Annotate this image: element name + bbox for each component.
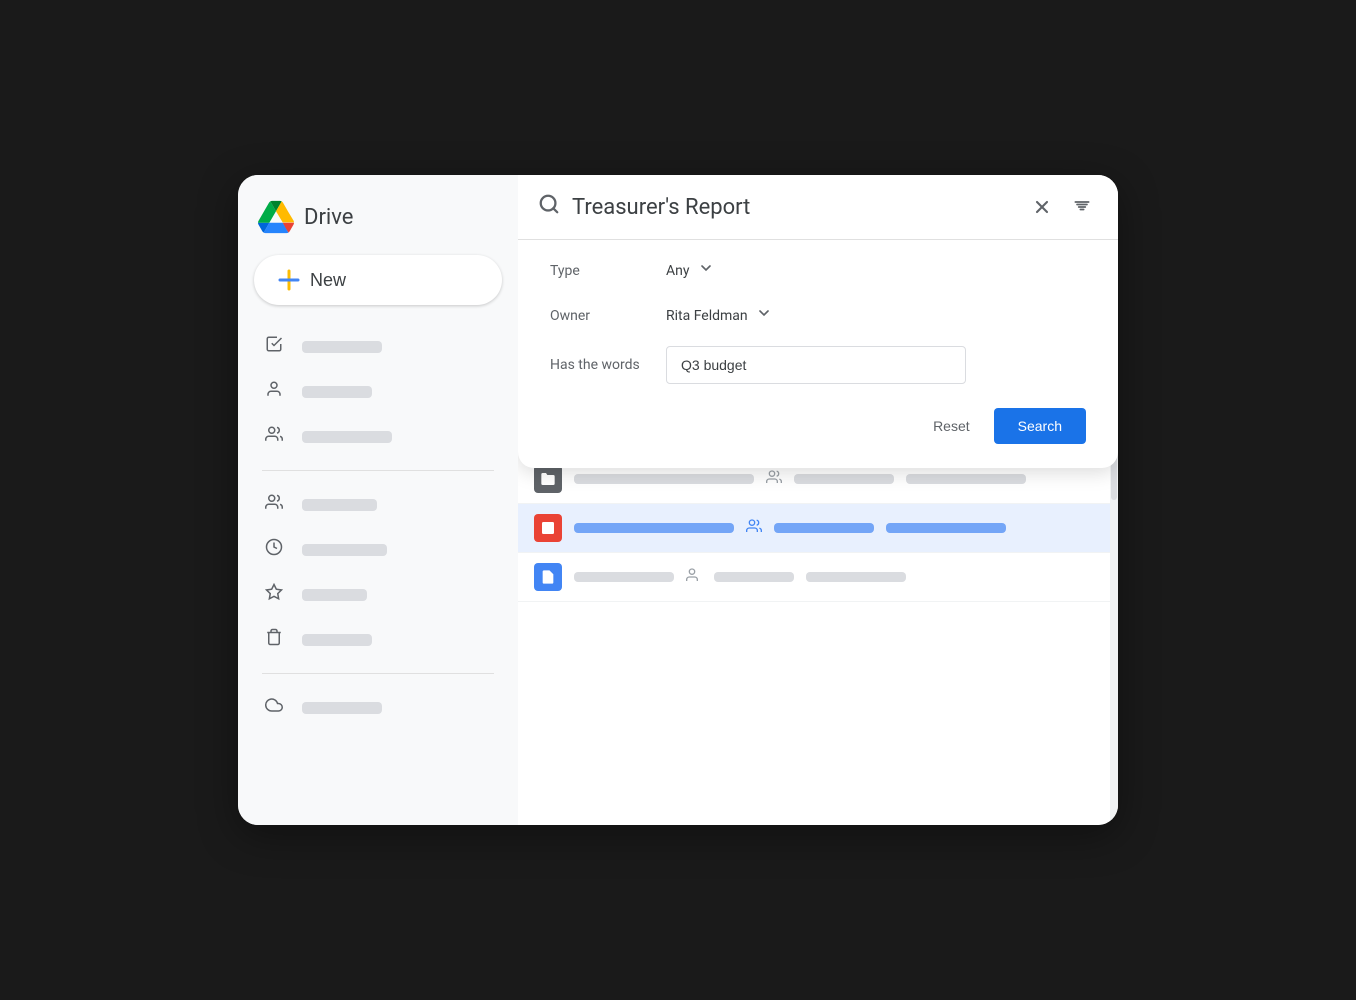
image-icon xyxy=(534,514,562,542)
file-name-bar-selected xyxy=(574,523,734,533)
type-filter-row: Type Any xyxy=(550,256,1086,285)
new-button-label: New xyxy=(310,270,346,291)
type-select-value: Any xyxy=(666,263,690,279)
file-date-bar xyxy=(806,572,906,582)
owner-select-value: Rita Feldman xyxy=(666,308,748,324)
file-meta-bar-selected xyxy=(774,523,874,533)
search-dialog: Treasurer's Report Type Any xyxy=(518,175,1118,468)
sidebar-item-label xyxy=(302,341,382,353)
doc-icon xyxy=(534,563,562,591)
new-button[interactable]: New xyxy=(254,255,502,305)
contacts-icon xyxy=(262,425,286,448)
shared-icon xyxy=(262,493,286,516)
sidebar-divider xyxy=(262,470,494,471)
search-icon xyxy=(538,193,560,221)
sidebar-item-label xyxy=(302,702,382,714)
sidebar-nav xyxy=(238,325,518,729)
owner-filter-label: Owner xyxy=(550,308,650,324)
search-filters: Type Any Owner Rita Feldman xyxy=(518,240,1118,400)
sidebar-item-storage[interactable] xyxy=(246,686,510,729)
app-title: Drive xyxy=(304,205,353,230)
sidebar-item-contacts[interactable] xyxy=(246,415,510,458)
file-name-bar xyxy=(574,572,674,582)
app-window: Drive New xyxy=(238,175,1118,825)
trash-icon xyxy=(262,628,286,651)
plus-icon xyxy=(278,269,300,291)
owner-chevron-icon xyxy=(756,305,772,326)
table-row[interactable] xyxy=(518,504,1118,553)
search-bar: Treasurer's Report xyxy=(518,175,1118,240)
table-row[interactable] xyxy=(518,553,1118,602)
file-list xyxy=(518,455,1118,825)
sidebar-item-person[interactable] xyxy=(246,370,510,413)
sidebar-item-label xyxy=(302,499,377,511)
main-content: Treasurer's Report Type Any xyxy=(518,175,1118,825)
people-icon xyxy=(766,469,782,489)
sidebar-item-trash[interactable] xyxy=(246,618,510,661)
drive-logo-icon xyxy=(258,199,294,235)
search-bar-actions xyxy=(1026,191,1098,223)
owner-filter-row: Owner Rita Feldman xyxy=(550,301,1086,330)
filter-button[interactable] xyxy=(1066,191,1098,223)
sidebar: Drive New xyxy=(238,175,518,825)
sidebar-item-shared[interactable] xyxy=(246,483,510,526)
people-icon xyxy=(686,567,702,587)
file-meta-bar xyxy=(714,572,794,582)
words-filter-label: Has the words xyxy=(550,357,650,373)
sidebar-item-recent[interactable] xyxy=(246,528,510,571)
star-icon xyxy=(262,583,286,606)
words-input[interactable] xyxy=(666,346,966,384)
search-actions: Reset Search xyxy=(518,400,1118,444)
words-filter-row: Has the words xyxy=(550,346,1086,384)
file-date-bar-selected xyxy=(886,523,1006,533)
sidebar-item-starred[interactable] xyxy=(246,573,510,616)
type-select[interactable]: Any xyxy=(666,256,714,285)
cloud-icon xyxy=(262,696,286,719)
sidebar-item-label xyxy=(302,386,372,398)
person-icon xyxy=(262,380,286,403)
file-name-bar xyxy=(574,474,754,484)
sidebar-divider-2 xyxy=(262,673,494,674)
sidebar-header: Drive xyxy=(238,191,518,255)
sidebar-item-home[interactable] xyxy=(246,325,510,368)
file-date-bar xyxy=(906,474,1026,484)
type-chevron-icon xyxy=(698,260,714,281)
folder-icon xyxy=(534,465,562,493)
type-filter-label: Type xyxy=(550,263,650,279)
search-query: Treasurer's Report xyxy=(572,195,1014,220)
owner-select[interactable]: Rita Feldman xyxy=(666,301,772,330)
sidebar-item-label xyxy=(302,544,387,556)
close-button[interactable] xyxy=(1026,191,1058,223)
reset-button[interactable]: Reset xyxy=(917,408,986,444)
search-button[interactable]: Search xyxy=(994,408,1086,444)
people-icon-selected xyxy=(746,518,762,538)
home-icon xyxy=(262,335,286,358)
clock-icon xyxy=(262,538,286,561)
sidebar-item-label xyxy=(302,634,372,646)
sidebar-item-label xyxy=(302,589,367,601)
file-meta-bar xyxy=(794,474,894,484)
sidebar-item-label xyxy=(302,431,392,443)
